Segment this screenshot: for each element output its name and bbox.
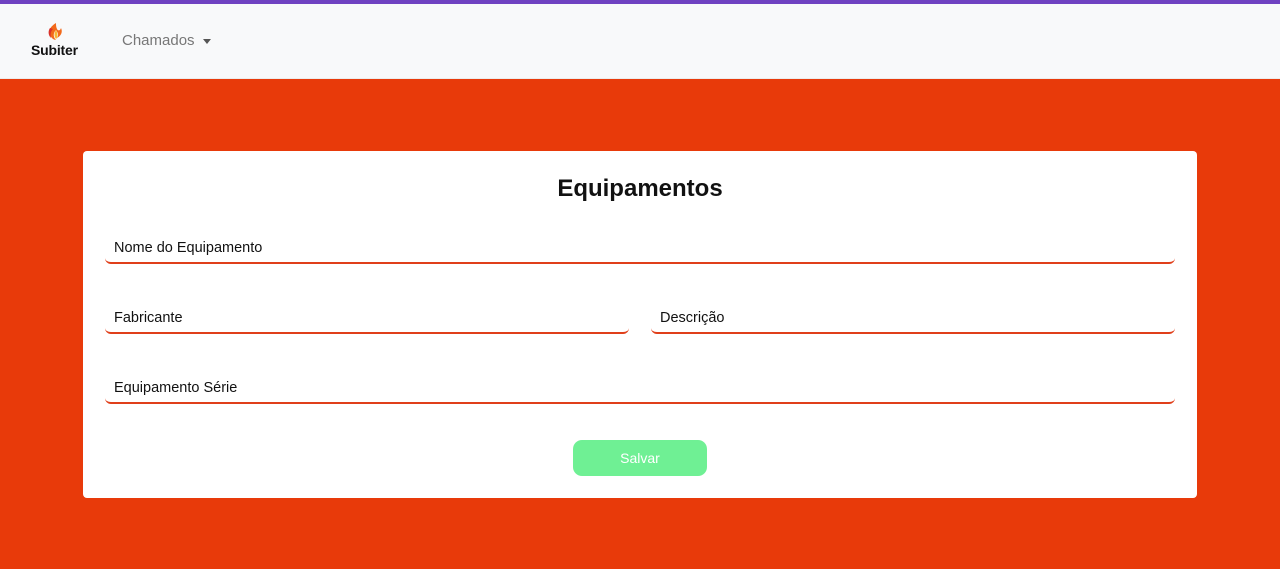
chamados-dropdown[interactable]: Chamados <box>122 32 211 49</box>
descricao-input[interactable] <box>651 304 1175 332</box>
descricao-field <box>651 304 1175 334</box>
brand-name: Subiter <box>31 42 78 58</box>
equipment-form-card: Equipamentos Salvar <box>83 151 1197 498</box>
brand-logo[interactable]: Subiter <box>30 22 82 62</box>
fabricante-field <box>105 304 629 334</box>
fabricante-input[interactable] <box>105 304 629 332</box>
navbar: Subiter Chamados <box>0 4 1280 79</box>
caret-down-icon <box>202 38 211 44</box>
equipamento-serie-field <box>105 374 1175 404</box>
page-title: Equipamentos <box>557 175 723 202</box>
flame-logo-icon <box>48 23 62 40</box>
nome-equipamento-field <box>105 234 1175 264</box>
nome-equipamento-input[interactable] <box>105 234 1175 262</box>
save-button[interactable]: Salvar <box>573 440 707 476</box>
equipamento-serie-input[interactable] <box>105 374 1175 402</box>
chamados-label: Chamados <box>122 32 195 49</box>
